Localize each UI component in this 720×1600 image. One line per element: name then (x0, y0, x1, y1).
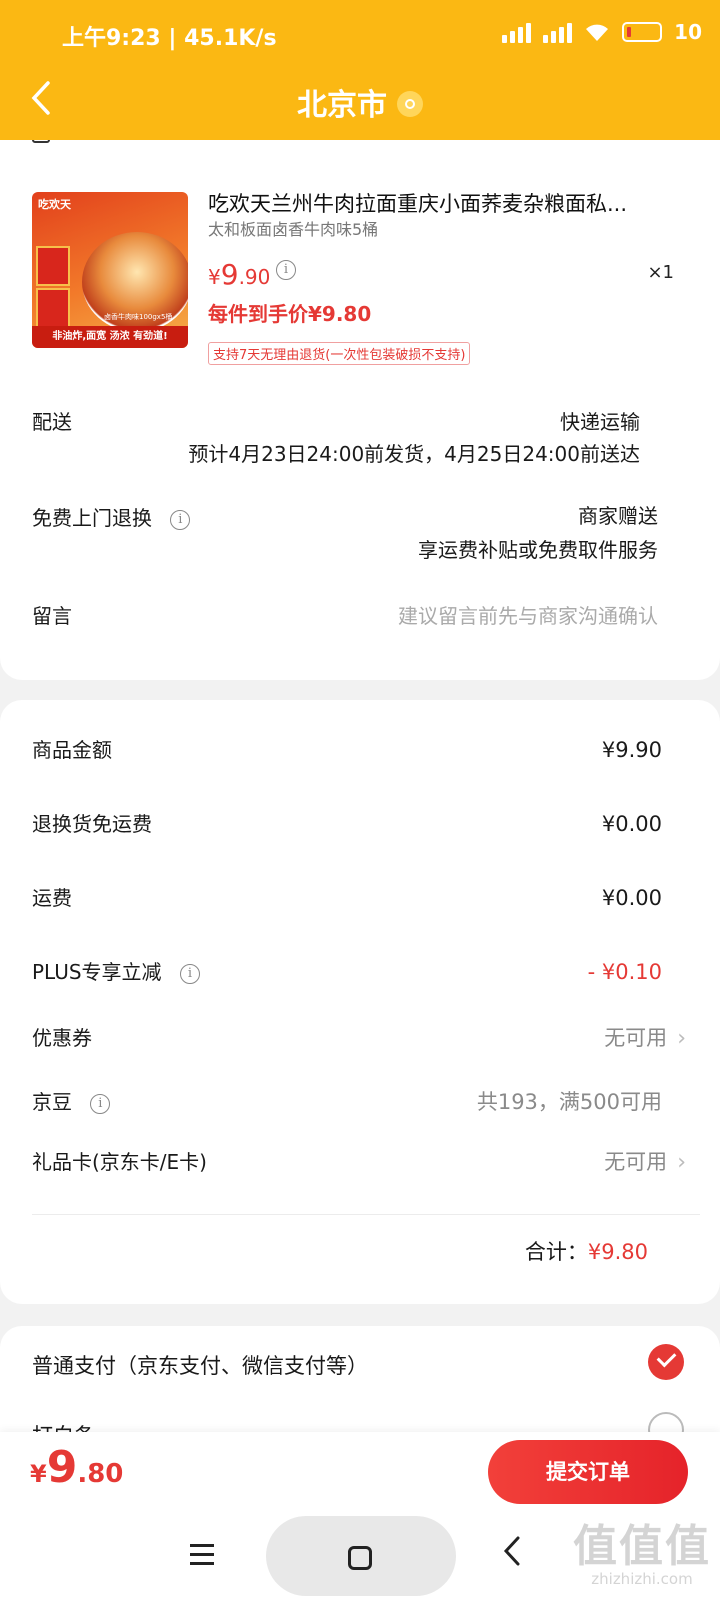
checkout-bar: ¥9.80 提交订单 (0, 1432, 720, 1516)
jingdou-label: 京豆 (32, 1090, 72, 1114)
return-service-info-icon[interactable]: i (170, 509, 191, 530)
payment-option-normal[interactable]: 普通支付（京东支付、微信支付等） (32, 1350, 368, 1380)
product-quantity: ×1 (647, 262, 674, 283)
plus-discount-row: PLUS专享立减 i (32, 956, 200, 985)
gift-card-label: 礼品卡(京东卡/E卡) (32, 1150, 207, 1174)
product-image-caption: 卤香牛肉味100gx5桶 (104, 313, 173, 321)
coupon-value: 无可用 (604, 1026, 668, 1050)
message-label: 留言 (32, 604, 72, 628)
coupon-row[interactable]: 无可用 › (604, 1022, 686, 1052)
top-bar: 上午9:23 | 45.1K/s 10 北京市 (0, 0, 720, 140)
plus-discount-label: PLUS专享立减 (32, 960, 162, 984)
divider (32, 1214, 700, 1215)
total-label: 合计： (524, 1240, 588, 1264)
checkout-price: ¥9.80 (30, 1442, 124, 1493)
chevron-right-icon: › (677, 1026, 686, 1051)
return-service-label: 免费上门退换 (32, 506, 152, 530)
return-service-value: 商家赠送 (578, 504, 658, 528)
home-square-icon (348, 1546, 372, 1570)
return-service-sub: 享运费补贴或免费取件服务 (418, 538, 658, 562)
plus-discount-info-icon[interactable]: i (179, 963, 200, 984)
wifi-icon (586, 24, 609, 41)
delivery-label: 配送 (32, 410, 72, 434)
jingdou-row: 京豆 i (32, 1086, 111, 1115)
title-bar: 北京市 (0, 68, 720, 140)
plus-discount-value: - ¥0.10 (587, 960, 662, 984)
status-icons: 10 (502, 20, 702, 44)
delivery-estimate[interactable]: 预计4月23日24:00前发货，4月25日24:00前送达 (188, 438, 640, 467)
battery-icon (622, 22, 663, 42)
return-policy-badge: 支持7天无理由退货(一次性包装破损不支持) (208, 342, 471, 365)
product-image-brand: 吃欢天 (38, 198, 71, 211)
page-title-wrap[interactable]: 北京市 (0, 80, 720, 124)
home-button[interactable] (266, 1516, 456, 1596)
watermark: 值值值 zhizhizhi.com (562, 1510, 720, 1588)
battery-level: 10 (674, 20, 702, 44)
cellular-signal-icon (502, 21, 532, 43)
shipping-label: 运费 (32, 886, 72, 910)
price-info-icon[interactable]: i (276, 260, 296, 280)
network-speed-text: 45.1K/s (184, 26, 277, 51)
product-title[interactable]: 吃欢天兰州牛肉拉面重庆小面荞麦杂粮面私... (208, 188, 668, 218)
return-freight-value: ¥0.00 (601, 812, 662, 836)
product-price: ¥9.90 (208, 258, 271, 291)
product-image-banner: 非油炸,面宽 汤浓 有劲道! (32, 326, 188, 348)
status-bar: 上午9:23 | 45.1K/s 10 (0, 0, 720, 68)
location-pin-icon (397, 90, 423, 117)
product-spec: 太和板面卤香牛肉味5桶 (208, 220, 379, 239)
return-service-row: 免费上门退换 i (32, 502, 191, 531)
checkmark-selected-icon[interactable] (648, 1344, 684, 1380)
cellular-signal-2-icon (543, 21, 573, 43)
total-value: ¥9.80 (587, 1240, 648, 1264)
chevron-right-icon: › (677, 1150, 686, 1175)
product-image[interactable]: 吃欢天 卤香牛肉味100gx5桶 非油炸,面宽 汤浓 有劲道! (32, 192, 188, 348)
watermark-logo: 值值值 (573, 1521, 711, 1572)
total-row: 合计：¥9.80 (525, 1236, 648, 1266)
order-card: 吃欢天 卤香牛肉味100gx5桶 非油炸,面宽 汤浓 有劲道! 吃欢天兰州牛肉拉… (0, 120, 720, 680)
nav-back-icon[interactable] (502, 1534, 522, 1577)
goods-amount-label: 商品金额 (32, 738, 112, 762)
clock-text: 上午9:23 (62, 26, 161, 51)
hand-price: 每件到手价¥9.80 (208, 302, 372, 326)
coupon-label: 优惠券 (32, 1026, 92, 1050)
page-title: 北京市 (297, 88, 387, 123)
jingdou-value: 共193，满500可用 (476, 1090, 662, 1114)
price-summary-card: 商品金额 ¥9.90 退换货免运费 ¥0.00 运费 ¥0.00 PLUS专享立… (0, 700, 720, 1304)
jingdou-info-icon[interactable]: i (90, 1093, 111, 1114)
delivery-method[interactable]: 快递运输 (560, 406, 640, 435)
message-input[interactable]: 建议留言前先与商家沟通确认 (398, 600, 658, 629)
submit-order-button[interactable]: 提交订单 (488, 1440, 688, 1504)
shipping-value: ¥0.00 (601, 886, 662, 910)
goods-amount-value: ¥9.90 (601, 738, 662, 762)
gift-card-value: 无可用 (604, 1150, 668, 1174)
menu-icon[interactable] (190, 1538, 220, 1578)
gift-card-row[interactable]: 无可用 › (604, 1146, 686, 1176)
status-time: 上午9:23 | 45.1K/s (62, 26, 277, 51)
return-freight-label: 退换货免运费 (32, 812, 152, 836)
